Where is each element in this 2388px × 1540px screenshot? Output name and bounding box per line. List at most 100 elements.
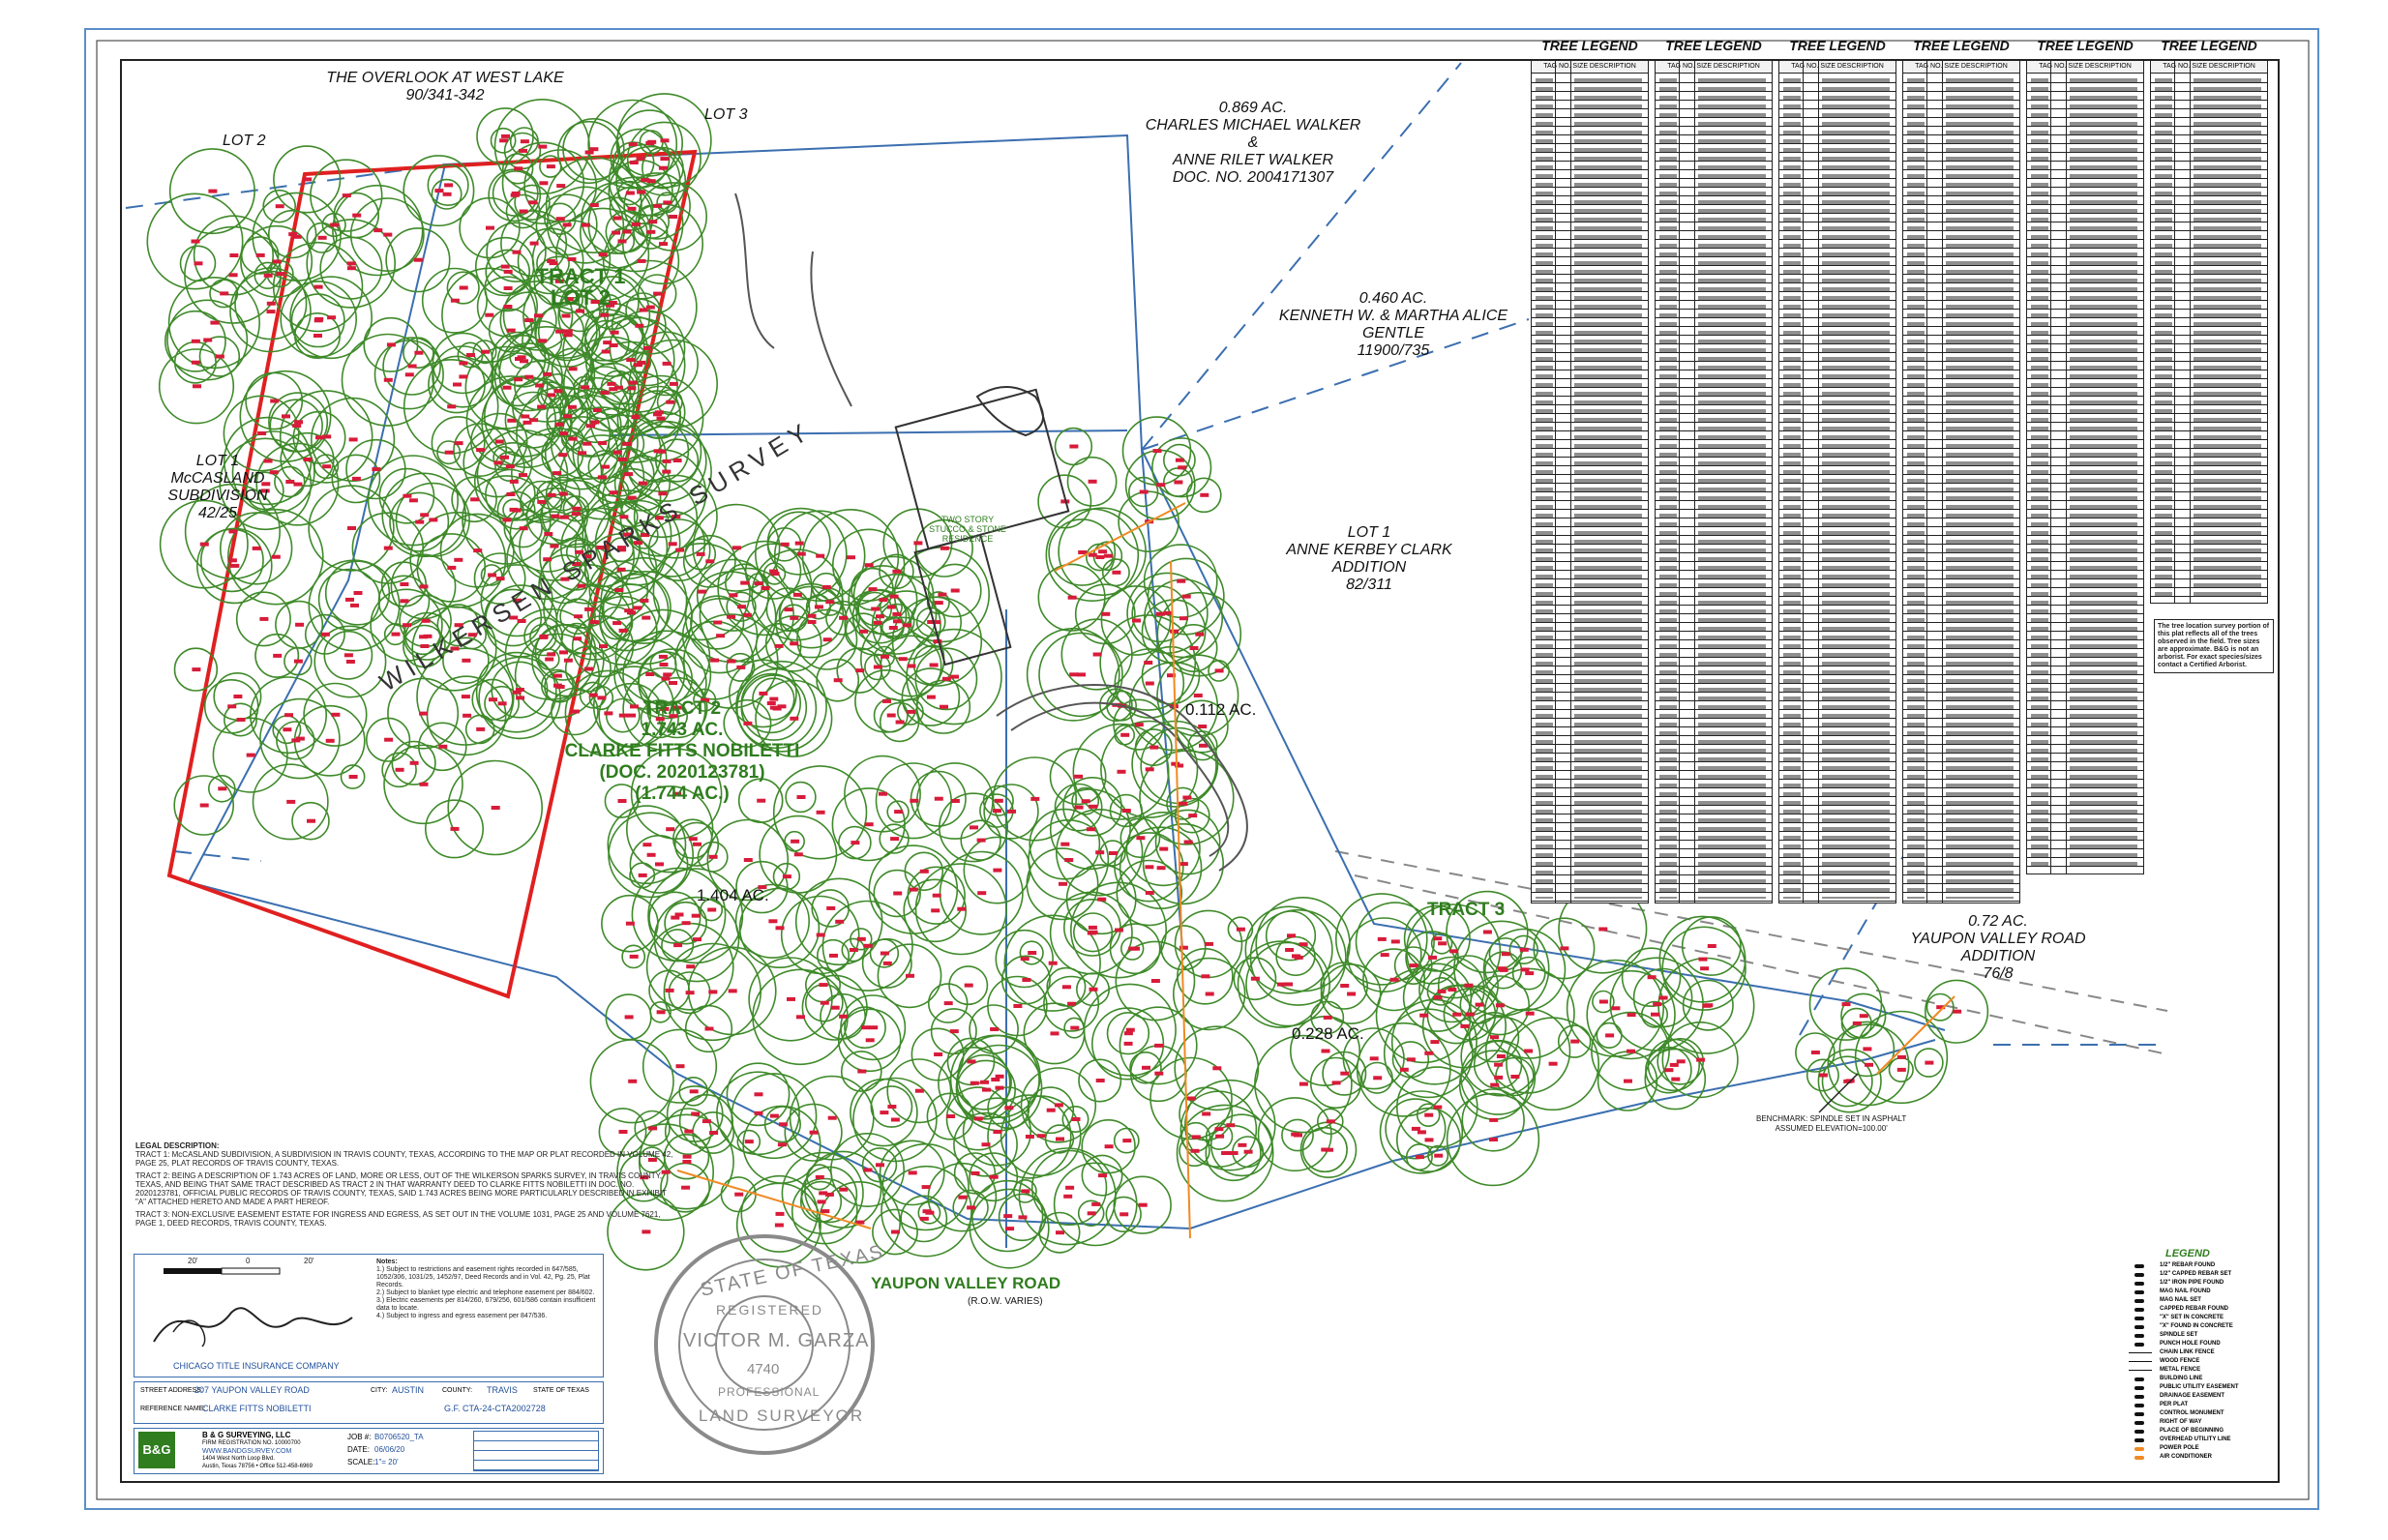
- tree-tag: [419, 635, 429, 639]
- tree-tag: [1159, 846, 1169, 851]
- tree-tag: [463, 713, 472, 718]
- tree-tag: [275, 204, 284, 209]
- tree-tag: [600, 390, 610, 395]
- tree-tag: [1841, 1002, 1851, 1007]
- note-4: 4.) Subject to ingress and egress easeme…: [376, 1313, 548, 1319]
- tree-tag: [582, 441, 592, 446]
- legend-item: SPINDLE SET: [2127, 1331, 2282, 1340]
- tree-tag: [950, 799, 960, 803]
- tree-tag: [538, 144, 548, 149]
- tree-tag: [1214, 1127, 1224, 1132]
- tree-tag: [1103, 553, 1113, 558]
- legend-item: PUNCH HOLE FOUND: [2127, 1340, 2282, 1348]
- label-lot3: LOT 3: [704, 106, 748, 123]
- tree-tag: [404, 372, 414, 377]
- tree-tag: [509, 479, 519, 484]
- legend-symbol-icon: [2134, 1404, 2144, 1407]
- tree-tag: [665, 988, 674, 992]
- firm-city: Austin, Texas 78756 • Office 512-458-696…: [202, 1464, 313, 1469]
- tree-tag: [769, 1113, 779, 1118]
- date-value: 06/06/20: [374, 1445, 405, 1454]
- firm-address: 1404 West North Loop Blvd.: [202, 1456, 275, 1462]
- legend-item-label: MAG NAIL FOUND: [2160, 1288, 2211, 1294]
- tree-tag: [286, 799, 296, 804]
- tree-tag: [1205, 992, 1214, 996]
- label-residence: TWO STORY STUCCO & STONE RESIDENCE: [929, 515, 1006, 544]
- tree-tag: [1163, 610, 1173, 615]
- tree-tag: [907, 664, 916, 668]
- tree-tag: [589, 203, 599, 207]
- tree-tag: [1202, 1111, 1211, 1116]
- tree-tag: [1700, 966, 1710, 971]
- tree-tag: [1101, 611, 1111, 616]
- tree-tag: [879, 598, 888, 603]
- tree-tag: [1707, 944, 1716, 948]
- tree-tag: [1598, 927, 1608, 932]
- tree-tag: [873, 620, 882, 625]
- tree-tag: [345, 597, 354, 602]
- tree-tag: [1178, 465, 1187, 470]
- tree-tag: [325, 738, 335, 743]
- tree-tag: [1198, 725, 1208, 728]
- symbol-legend-items: 1/2" REBAR FOUND 1/2" CAPPED REBAR SET 1/2…: [2127, 1261, 2282, 1462]
- tree-tag: [350, 603, 359, 607]
- tree-tag: [740, 580, 750, 585]
- tree-tag: [1144, 661, 1153, 665]
- tree-tag: [1627, 1049, 1635, 1053]
- tree-tag: [754, 1111, 763, 1115]
- tree-tag: [681, 921, 691, 926]
- tree-tag: [1193, 694, 1203, 697]
- tree-tag: [438, 744, 448, 749]
- tree-tag: [629, 161, 639, 164]
- tree-tag: [681, 1185, 691, 1190]
- tree-tag: [1063, 1194, 1073, 1199]
- tree-tag: [539, 634, 549, 638]
- surveyor-signature: [153, 1307, 353, 1348]
- tree-tag: [882, 961, 892, 965]
- tree-tag: [1664, 1068, 1674, 1073]
- tree-tag: [1294, 955, 1303, 960]
- legend-item-label: CAPPED REBAR FOUND: [2160, 1306, 2229, 1312]
- tree-tag: [1056, 1230, 1064, 1235]
- tree-tag: [938, 592, 947, 597]
- tree-tag: [561, 313, 571, 318]
- label-road: YAUPON VALLEY ROAD: [871, 1274, 1061, 1292]
- tree-tag: [194, 261, 203, 266]
- tree-tag: [403, 623, 411, 628]
- tree-tag: [499, 138, 509, 143]
- address-block: STREET ADDRESS: 207 YAUPON VALLEY ROAD C…: [134, 1381, 604, 1424]
- legend-symbol-icon: [2134, 1447, 2144, 1451]
- tree-tag: [880, 951, 889, 956]
- tree-tag: [662, 361, 672, 366]
- tree-tag: [887, 1105, 897, 1109]
- tree-tag: [744, 1140, 754, 1144]
- tree-tag: [708, 854, 718, 859]
- legend-item-label: METAL FENCE: [2160, 1367, 2201, 1373]
- tree-tag: [519, 209, 528, 214]
- tree-tag: [796, 551, 806, 556]
- tree-tag: [973, 1116, 983, 1121]
- tree-tag: [1145, 767, 1154, 772]
- legend-symbol-icon: [2134, 1377, 2144, 1381]
- tree-tag: [600, 312, 610, 317]
- tree-tag: [1896, 1067, 1906, 1072]
- tree-tag: [656, 416, 666, 421]
- scale-bar-right: 20': [304, 1257, 314, 1265]
- firm-registration: FIRM REGISTRATION NO. 10000700: [202, 1440, 301, 1446]
- tree-tag: [1291, 1132, 1300, 1137]
- tree-tag: [1611, 1006, 1621, 1011]
- tree-tag: [1627, 1013, 1636, 1018]
- tree-tag: [577, 583, 586, 588]
- tree-tag: [1897, 1054, 1906, 1059]
- tree-tag: [270, 399, 280, 403]
- tree-tag: [809, 1130, 819, 1135]
- tree-tag: [821, 1209, 830, 1214]
- tree-tag: [414, 350, 424, 355]
- tree-tag: [516, 696, 525, 700]
- tree-tag: [553, 389, 563, 394]
- tree-tag: [556, 184, 566, 189]
- tree-tag: [384, 737, 394, 742]
- tree-tag: [825, 600, 835, 605]
- tree-tag: [554, 422, 564, 427]
- label-lot2: LOT 2: [223, 133, 266, 149]
